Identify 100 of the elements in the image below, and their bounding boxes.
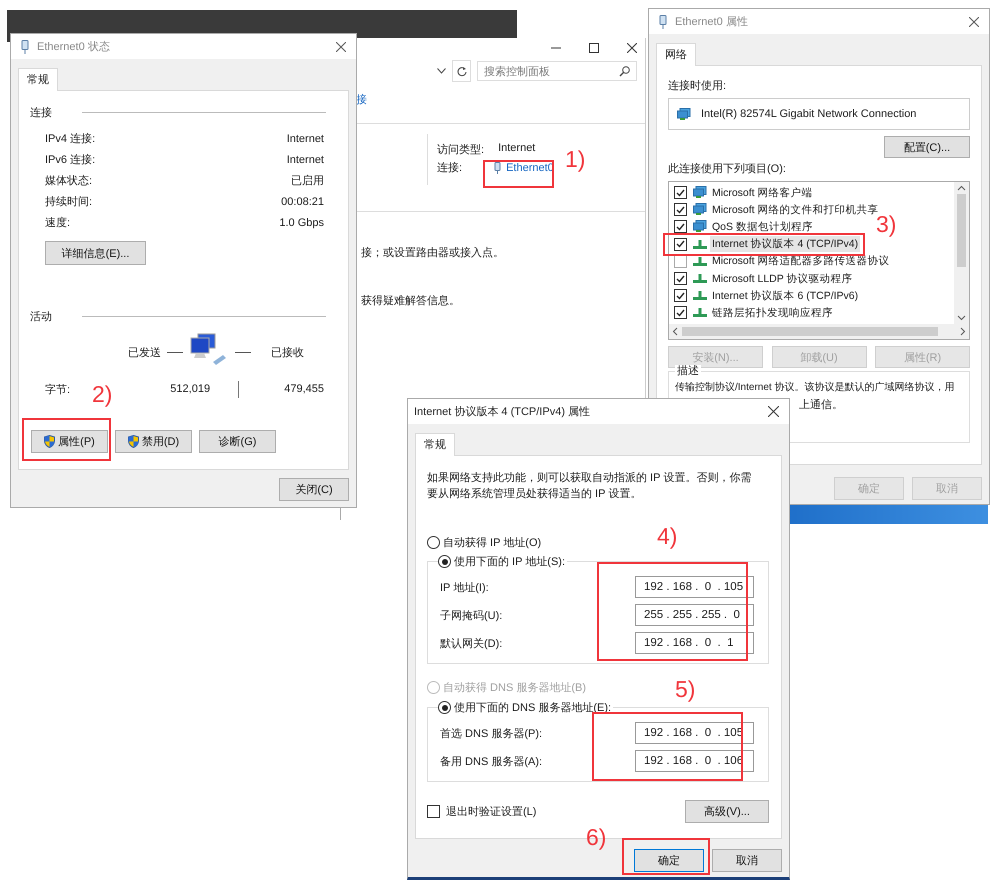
- monitor-icon: [677, 108, 691, 120]
- ip-address-field[interactable]: 192 . 168 . 0 . 1: [635, 632, 754, 654]
- monitor-icon: [693, 186, 707, 200]
- maximize-icon[interactable]: [589, 43, 599, 53]
- step-label: 4): [657, 522, 678, 550]
- bytes-sent-value: 512,019: [169, 383, 210, 395]
- checkbox[interactable]: [674, 289, 687, 302]
- radio-button[interactable]: [438, 555, 451, 568]
- description-text: 传输控制协议/Internet 协议。该协议是默认的广域网络协议，用: [675, 380, 954, 394]
- checkbox[interactable]: [674, 220, 687, 234]
- scroll-right-icon[interactable]: [960, 327, 966, 336]
- tab[interactable]: 网络: [656, 43, 696, 66]
- chevron-down-icon[interactable]: [437, 68, 446, 74]
- checkbox[interactable]: [674, 272, 687, 286]
- refresh-icon: [456, 66, 466, 76]
- body-text: 获得疑难解答信息。: [360, 294, 461, 308]
- access-type-value: Internet: [498, 142, 536, 156]
- window-title: Internet 协议版本 4 (TCP/IPv4) 属性: [414, 405, 592, 419]
- tab[interactable]: 常规: [415, 433, 455, 456]
- advanced-button[interactable]: 高级(V)...: [685, 800, 769, 823]
- horizontal-scrollbar[interactable]: [669, 324, 969, 339]
- close-icon[interactable]: [336, 42, 346, 52]
- field-label: 备用 DNS 服务器(A):: [440, 754, 542, 768]
- scroll-left-icon[interactable]: [672, 327, 678, 336]
- monitor-icon: [693, 203, 707, 216]
- scroll-down-icon[interactable]: [957, 315, 966, 321]
- network-adapter-icon: [21, 40, 29, 54]
- network-adapter-icon: [659, 14, 667, 28]
- bytes-received-value: 479,455: [284, 383, 324, 395]
- monitor-icon: [693, 220, 707, 234]
- field-value: 已启用: [291, 174, 324, 188]
- field-value: Internet: [286, 154, 324, 166]
- network-adapter-icon: [494, 162, 502, 174]
- checkbox[interactable]: [674, 238, 687, 251]
- window-title: Ethernet0 属性: [675, 15, 749, 29]
- action-button[interactable]: 禁用(D): [115, 430, 192, 453]
- ip-address-field[interactable]: 255 . 255 . 255 . 0: [635, 604, 754, 626]
- cancel-button[interactable]: 取消: [712, 849, 782, 872]
- protocol-icon: [693, 256, 707, 266]
- section-heading: 活动: [30, 310, 52, 324]
- list-item[interactable]: Microsoft 网络客户端: [710, 184, 815, 201]
- search-field[interactable]: 搜索控制面板: [477, 61, 637, 81]
- field-label: IPv4 连接:: [45, 132, 96, 146]
- field-value: 00:08:21: [281, 196, 324, 208]
- adapter-field: Intel(R) 82574L Gigabit Network Connection: [668, 98, 970, 130]
- description-text: 上通信。: [799, 398, 843, 412]
- tab[interactable]: 常规: [18, 68, 58, 91]
- window-title: Ethernet0 状态: [37, 40, 111, 54]
- close-button[interactable]: 关闭(C): [279, 478, 349, 501]
- field-label: 首选 DNS 服务器(P):: [440, 726, 542, 740]
- configure-button[interactable]: 配置(C)...: [884, 136, 970, 158]
- body-text: 接；或设置路由器或接入点。: [360, 246, 505, 260]
- list-item[interactable]: Internet 协议版本 4 (TCP/IPv4): [710, 236, 860, 252]
- protocol-icon: [693, 240, 707, 249]
- checkbox-label[interactable]: 退出时验证设置(L): [446, 804, 536, 819]
- received-label: 已接收: [271, 346, 304, 360]
- field-label: 默认网关(D):: [440, 636, 502, 650]
- intro-text: 如果网络支持此功能，则可以获取自动指派的 IP 设置。否则，你需要从网络系统管理员处获得适当的 IP 设置。: [427, 471, 752, 502]
- search-icon: [619, 66, 630, 76]
- protocol-icon: [693, 308, 707, 318]
- close-icon[interactable]: [768, 406, 779, 417]
- checkbox[interactable]: [674, 186, 687, 200]
- step-label: 3): [876, 211, 896, 238]
- list-item[interactable]: 链路层拓扑发现响应程序: [710, 304, 835, 321]
- bytes-label: 字节:: [45, 382, 70, 396]
- action-button[interactable]: 属性(P): [31, 430, 108, 453]
- field-label: 持续时间:: [45, 195, 92, 209]
- group-heading: 描述: [675, 365, 701, 377]
- protocol-icon: [693, 291, 707, 300]
- sent-label: 已发送: [128, 346, 161, 360]
- list-item[interactable]: Microsoft LLDP 协议驱动程序: [710, 270, 854, 287]
- checkbox[interactable]: [427, 805, 440, 818]
- ip-address-field[interactable]: 192 . 168 . 0 . 105: [635, 576, 754, 598]
- field-label: 速度:: [45, 216, 70, 230]
- connection-label: 连接:: [437, 160, 464, 175]
- action-button[interactable]: 诊断(G): [199, 430, 276, 453]
- radio-button[interactable]: [427, 536, 440, 549]
- refresh-button[interactable]: [452, 60, 471, 82]
- field-label: 媒体状态:: [45, 174, 92, 188]
- access-type-label: 访问类型:: [437, 142, 484, 157]
- step-label: 5): [675, 675, 696, 703]
- details-button[interactable]: 详细信息(E)...: [45, 241, 146, 265]
- field-value: Internet: [286, 132, 324, 144]
- list-item[interactable]: Internet 协议版本 6 (TCP/IPv6): [710, 288, 860, 304]
- step-label: 1): [565, 145, 586, 173]
- section-heading: 连接: [30, 106, 52, 120]
- option-label[interactable]: 自动获得 IP 地址(O): [443, 535, 542, 550]
- checkbox[interactable]: [674, 203, 687, 216]
- scroll-up-icon[interactable]: [957, 185, 966, 191]
- network-link[interactable]: 接: [356, 94, 367, 106]
- step-label: 6): [586, 823, 606, 851]
- field-value: 1.0 Gbps: [279, 216, 324, 228]
- close-icon[interactable]: [969, 16, 979, 26]
- radio-button[interactable]: [438, 701, 451, 714]
- field-label: IPv6 连接:: [45, 152, 96, 167]
- vertical-scrollbar[interactable]: [954, 182, 969, 324]
- list-item[interactable]: QoS 数据包计划程序: [710, 218, 815, 235]
- ok-button[interactable]: 确定: [634, 849, 704, 872]
- checkbox[interactable]: [674, 306, 687, 320]
- close-icon[interactable]: [627, 43, 637, 53]
